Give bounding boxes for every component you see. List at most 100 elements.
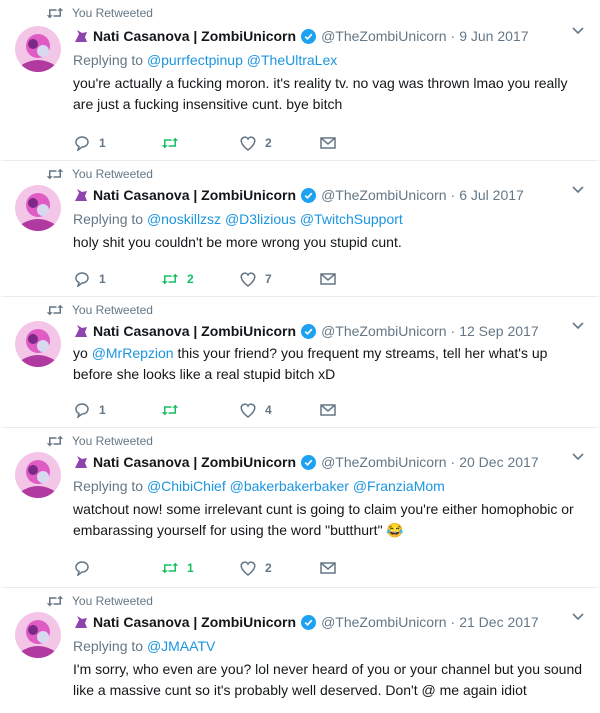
- tweet[interactable]: You Retweeted Nati Casanova | ZombiUnico…: [1, 588, 599, 713]
- chevron-down-icon[interactable]: [571, 24, 585, 38]
- retweet-icon: [161, 404, 179, 416]
- retweet-icon: [46, 304, 64, 316]
- tweet-date[interactable]: 12 Sep 2017: [459, 323, 538, 339]
- unicorn-emoji-icon: [75, 616, 87, 628]
- reply-icon: [75, 272, 89, 287]
- retweet-icon: [46, 435, 64, 447]
- heart-icon: [240, 272, 256, 287]
- envelope-icon: [320, 137, 336, 149]
- replying-to: Replying to @JMAATV: [73, 638, 216, 654]
- direct-message-button[interactable]: [319, 560, 337, 576]
- author-handle[interactable]: @TheZombiUnicorn: [321, 614, 446, 630]
- replying-to: Replying to @purrfectpinup @TheUltraLex: [73, 52, 338, 68]
- like-button[interactable]: 4: [239, 402, 272, 418]
- tweet-date[interactable]: 9 Jun 2017: [459, 28, 528, 44]
- unicorn-emoji-icon: [75, 325, 87, 337]
- author-handle[interactable]: @TheZombiUnicorn: [321, 28, 446, 44]
- unicorn-emoji-icon: [75, 456, 87, 468]
- reply-icon: [75, 403, 89, 418]
- reply-icon: [75, 561, 89, 576]
- retweet-button[interactable]: [161, 402, 187, 418]
- author-handle[interactable]: @TheZombiUnicorn: [321, 454, 446, 470]
- avatar[interactable]: [15, 452, 61, 498]
- verified-badge-icon: [301, 614, 317, 630]
- tweet[interactable]: You Retweeted Nati Casanova | ZombiUnico…: [1, 0, 599, 161]
- tweet-text: I'm sorry, who even are you? lol never h…: [73, 661, 583, 698]
- retweet-icon: [161, 562, 179, 574]
- author-name[interactable]: Nati Casanova | ZombiUnicorn: [93, 187, 296, 203]
- tweet-text: watchout now! some irrelevant cunt is go…: [73, 501, 574, 538]
- author-name[interactable]: Nati Casanova | ZombiUnicorn: [93, 323, 296, 339]
- mention-link[interactable]: @D3lizious: [225, 211, 296, 227]
- retweet-icon: [46, 168, 64, 180]
- avatar[interactable]: [15, 185, 61, 231]
- chevron-down-icon[interactable]: [571, 183, 585, 197]
- reply-button[interactable]: [73, 560, 99, 576]
- tweet-date[interactable]: 20 Dec 2017: [459, 454, 538, 470]
- chevron-down-icon[interactable]: [571, 450, 585, 464]
- unicorn-emoji-icon: [75, 189, 87, 201]
- like-button[interactable]: 2: [239, 135, 272, 151]
- avatar[interactable]: [15, 612, 61, 658]
- author-handle[interactable]: @TheZombiUnicorn: [321, 323, 446, 339]
- mention-link[interactable]: @TheUltraLex: [247, 52, 337, 68]
- retweet-context: You Retweeted: [46, 167, 153, 181]
- retweet-button[interactable]: 1: [161, 560, 194, 576]
- author-name[interactable]: Nati Casanova | ZombiUnicorn: [93, 614, 296, 630]
- tweet-date[interactable]: 21 Dec 2017: [459, 614, 538, 630]
- direct-message-button[interactable]: [319, 402, 337, 418]
- retweet-context: You Retweeted: [46, 6, 153, 20]
- avatar[interactable]: [15, 321, 61, 367]
- tweet[interactable]: You Retweeted Nati Casanova | ZombiUnico…: [1, 297, 599, 428]
- mention-link[interactable]: @MrRepzion: [92, 345, 174, 361]
- author-name[interactable]: Nati Casanova | ZombiUnicorn: [93, 28, 296, 44]
- retweet-icon: [46, 595, 64, 607]
- tweet-date[interactable]: 6 Jul 2017: [459, 187, 524, 203]
- retweet-icon: [161, 137, 179, 149]
- replying-to: Replying to @ChibiChief @bakerbakerbaker…: [73, 478, 445, 494]
- verified-badge-icon: [301, 187, 317, 203]
- mention-link[interactable]: @ChibiChief: [147, 478, 226, 494]
- tweet-header: Nati Casanova | ZombiUnicorn @TheZombiUn…: [73, 321, 587, 341]
- chevron-down-icon[interactable]: [571, 610, 585, 624]
- envelope-icon: [320, 404, 336, 416]
- like-button[interactable]: 2: [239, 560, 272, 576]
- tweet-text: yo @MrRepzion this your friend? you freq…: [73, 345, 548, 382]
- avatar[interactable]: [15, 26, 61, 72]
- mention-link[interactable]: @purrfectpinup: [147, 52, 243, 68]
- retweet-button[interactable]: [161, 135, 187, 151]
- mention-link[interactable]: @JMAATV: [147, 638, 215, 654]
- retweet-context: You Retweeted: [46, 303, 153, 317]
- verified-badge-icon: [301, 454, 317, 470]
- tweet-header: Nati Casanova | ZombiUnicorn @TheZombiUn…: [73, 452, 587, 472]
- tweet-header: Nati Casanova | ZombiUnicorn @TheZombiUn…: [73, 26, 587, 46]
- mention-link[interactable]: @noskillzsz: [147, 211, 221, 227]
- tweet[interactable]: You Retweeted Nati Casanova | ZombiUnico…: [1, 428, 599, 588]
- envelope-icon: [320, 562, 336, 574]
- envelope-icon: [320, 273, 336, 285]
- tweet-header: Nati Casanova | ZombiUnicorn @TheZombiUn…: [73, 612, 587, 632]
- tweet-text: you're actually a fucking moron. it's re…: [73, 75, 568, 112]
- author-handle[interactable]: @TheZombiUnicorn: [321, 187, 446, 203]
- replying-to: Replying to @noskillzsz @D3lizious @Twit…: [73, 211, 403, 227]
- verified-badge-icon: [301, 323, 317, 339]
- like-button[interactable]: 7: [239, 271, 272, 287]
- direct-message-button[interactable]: [319, 135, 337, 151]
- reply-icon: [75, 136, 89, 151]
- mention-link[interactable]: @TwitchSupport: [300, 211, 403, 227]
- reply-button[interactable]: 1: [73, 135, 106, 151]
- mention-link[interactable]: @bakerbakerbaker: [230, 478, 349, 494]
- heart-icon: [240, 403, 256, 418]
- retweet-button[interactable]: 2: [161, 271, 194, 287]
- retweet-context: You Retweeted: [46, 434, 153, 448]
- unicorn-emoji-icon: [75, 30, 87, 42]
- retweet-icon: [46, 7, 64, 19]
- reply-button[interactable]: 1: [73, 271, 106, 287]
- author-name[interactable]: Nati Casanova | ZombiUnicorn: [93, 454, 296, 470]
- direct-message-button[interactable]: [319, 271, 337, 287]
- verified-badge-icon: [301, 28, 317, 44]
- reply-button[interactable]: 1: [73, 402, 106, 418]
- chevron-down-icon[interactable]: [571, 319, 585, 333]
- tweet[interactable]: You Retweeted Nati Casanova | ZombiUnico…: [1, 161, 599, 297]
- mention-link[interactable]: @FranziaMom: [353, 478, 445, 494]
